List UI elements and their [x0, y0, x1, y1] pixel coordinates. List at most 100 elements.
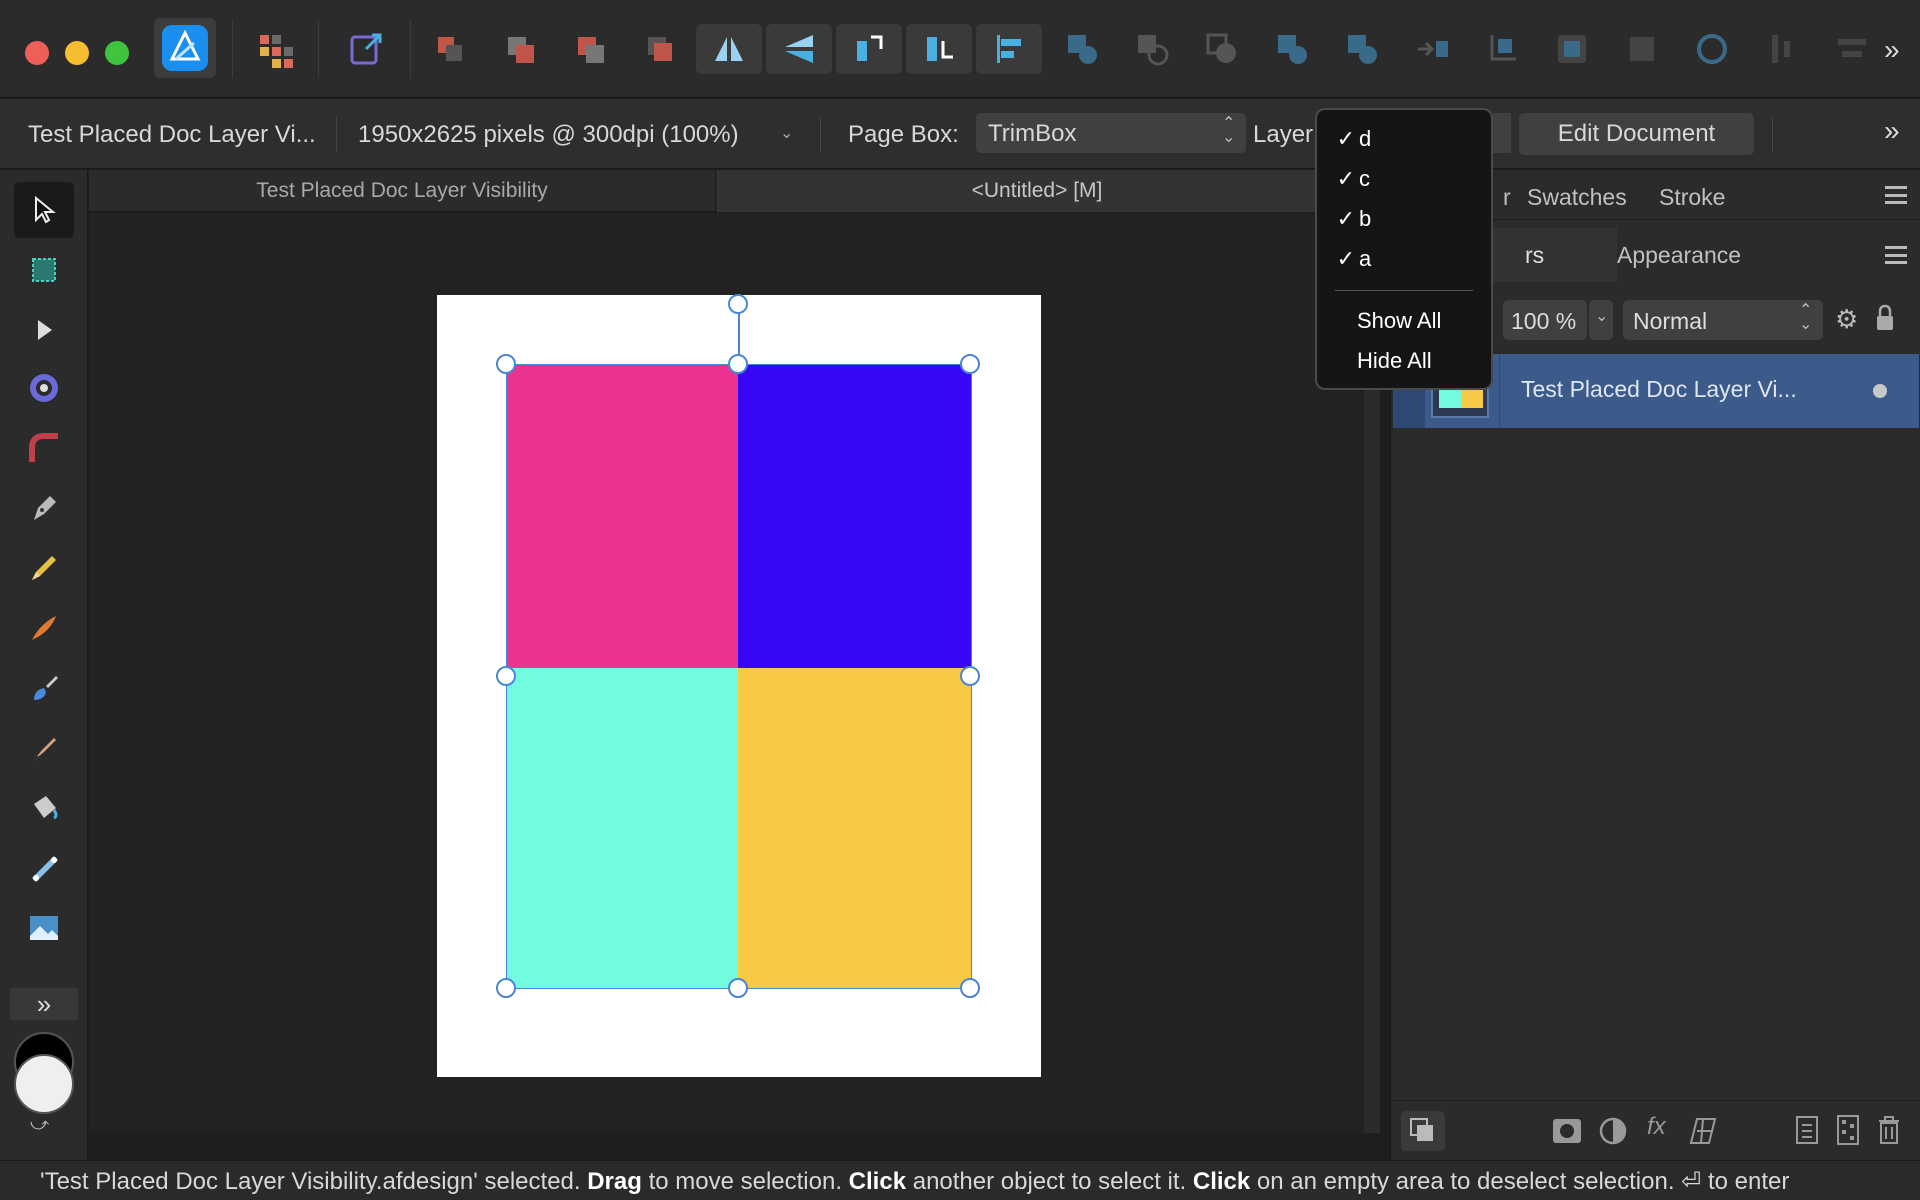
- toolbar-overflow-button[interactable]: »: [1884, 34, 1900, 66]
- menu-item-layer-b[interactable]: ✓ b: [1317, 200, 1491, 238]
- context-overflow-button[interactable]: »: [1884, 115, 1900, 147]
- align-left-button[interactable]: [976, 24, 1042, 74]
- vector-brush-tool[interactable]: [14, 600, 74, 656]
- page-box-select[interactable]: TrimBox ⌃ ⌄: [976, 113, 1246, 153]
- chevron-down-icon[interactable]: ⌄: [780, 123, 793, 143]
- pen-tool[interactable]: [14, 480, 74, 536]
- resize-handle-top[interactable]: [728, 354, 748, 374]
- grid-persona-button[interactable]: [252, 24, 300, 74]
- snapping-icon: [1490, 35, 1516, 61]
- pixel-persona-icon: [260, 35, 293, 68]
- fx-icon[interactable]: fx: [1647, 1113, 1666, 1141]
- menu-item-show-all[interactable]: Show All: [1317, 302, 1491, 340]
- rotation-handle[interactable]: [728, 294, 748, 314]
- tab-test-placed-doc[interactable]: Test Placed Doc Layer Visibility: [89, 170, 716, 212]
- resize-handle-top-right[interactable]: [960, 354, 980, 374]
- move-to-back-icon: [438, 37, 462, 61]
- flip-vertical-button[interactable]: [766, 24, 832, 74]
- tab-stroke[interactable]: Stroke: [1659, 184, 1725, 211]
- artboard-tool[interactable]: [14, 242, 74, 298]
- page-box-label: Page Box:: [848, 121, 959, 148]
- tab-swatches[interactable]: Swatches: [1527, 184, 1627, 211]
- panel-menu-icon[interactable]: [1885, 246, 1907, 264]
- add-boolean-button[interactable]: [1058, 24, 1106, 74]
- intersect-boolean-button[interactable]: [1198, 24, 1246, 74]
- distribute-button[interactable]: [1758, 24, 1806, 74]
- pencil-tool[interactable]: [14, 540, 74, 596]
- subtract-boolean-button[interactable]: [1128, 24, 1176, 74]
- adjustment-icon[interactable]: [1597, 1115, 1629, 1152]
- place-image-tool[interactable]: [14, 900, 74, 956]
- rotate-right-icon: [927, 37, 953, 61]
- document-info[interactable]: 1950x2625 pixels @ 300dpi (100%): [358, 121, 739, 149]
- designer-persona-button[interactable]: [154, 18, 216, 78]
- point-transform-tool[interactable]: [14, 360, 74, 416]
- lock-icon[interactable]: [1875, 304, 1895, 337]
- opacity-dropdown-icon[interactable]: ⌄: [1589, 300, 1613, 340]
- resize-handle-top-left[interactable]: [496, 354, 516, 374]
- move-forward-one-button[interactable]: [566, 24, 614, 74]
- edit-document-button[interactable]: Edit Document: [1519, 113, 1754, 155]
- close-window-button[interactable]: [25, 41, 49, 65]
- corner-icon: [29, 433, 58, 462]
- tab-color-partial[interactable]: r: [1503, 184, 1511, 211]
- move-tool[interactable]: [14, 182, 74, 238]
- trash-icon[interactable]: [1875, 1113, 1903, 1152]
- layer-visibility-dot[interactable]: [1873, 384, 1887, 398]
- layer-options-button[interactable]: [1401, 1111, 1445, 1151]
- add-pixel-layer-icon[interactable]: [1835, 1113, 1861, 1152]
- mask-icon[interactable]: [1551, 1117, 1583, 1150]
- menu-item-layer-a[interactable]: ✓ a: [1317, 240, 1491, 278]
- menu-item-layer-d[interactable]: ✓ d: [1317, 120, 1491, 158]
- gradient-tool[interactable]: [14, 840, 74, 896]
- xor-boolean-button[interactable]: [1268, 24, 1316, 74]
- geometry-button[interactable]: [1688, 24, 1736, 74]
- rotate-right-button[interactable]: [906, 24, 972, 74]
- divide-boolean-button[interactable]: [1338, 24, 1386, 74]
- zoom-window-button[interactable]: [105, 41, 129, 65]
- resize-handle-left[interactable]: [496, 666, 516, 686]
- brush-icon: [32, 738, 56, 762]
- resize-handle-bottom-right[interactable]: [960, 978, 980, 998]
- move-to-front-button[interactable]: [636, 24, 684, 74]
- move-back-one-button[interactable]: [496, 24, 544, 74]
- rotate-left-button[interactable]: [836, 24, 902, 74]
- mesh-warp-icon[interactable]: [1687, 1115, 1719, 1152]
- swap-colors-icon[interactable]: ⤻: [30, 1114, 49, 1135]
- checkmark-icon: ✓: [1336, 246, 1355, 271]
- opacity-field[interactable]: 100 %: [1503, 300, 1587, 340]
- combine-button[interactable]: [1408, 24, 1456, 74]
- insert-inside-button[interactable]: [1548, 24, 1596, 74]
- tab-untitled[interactable]: <Untitled> [M]: [717, 170, 1357, 212]
- add-layer-icon[interactable]: [1793, 1113, 1823, 1152]
- fill-color-swatch[interactable]: [14, 1054, 74, 1114]
- menu-item-layer-c[interactable]: ✓ c: [1317, 160, 1491, 198]
- gear-icon[interactable]: ⚙: [1835, 304, 1858, 335]
- stepper-icon: ⌃ ⌄: [1222, 115, 1236, 146]
- node-tool[interactable]: [14, 302, 74, 358]
- blend-mode-select[interactable]: Normal ⌃ ⌄: [1623, 300, 1823, 340]
- resize-handle-bottom[interactable]: [728, 978, 748, 998]
- pixel-brush-tool[interactable]: [14, 720, 74, 776]
- panel-menu-icon[interactable]: [1885, 186, 1907, 204]
- minimize-window-button[interactable]: [65, 41, 89, 65]
- flip-horizontal-button[interactable]: [696, 24, 762, 74]
- export-persona-button[interactable]: [342, 24, 390, 74]
- resize-handle-right[interactable]: [960, 666, 980, 686]
- tab-appearance[interactable]: Appearance: [1617, 242, 1741, 269]
- corner-tool[interactable]: [14, 420, 74, 476]
- tab-layers[interactable]: rs: [1481, 228, 1617, 282]
- expand-tools-button[interactable]: »: [10, 988, 78, 1020]
- blend-mode-value: Normal: [1633, 308, 1708, 334]
- move-to-back-button[interactable]: [426, 24, 474, 74]
- fill-brush-tool[interactable]: [14, 660, 74, 716]
- resize-handle-bottom-left[interactable]: [496, 978, 516, 998]
- layers-select-edge[interactable]: [1493, 113, 1511, 153]
- isolate-button[interactable]: [1618, 24, 1666, 74]
- layer-visibility-menu: ✓ d ✓ c ✓ b ✓ a Show All Hide All: [1315, 108, 1493, 390]
- align-button[interactable]: [1828, 24, 1876, 74]
- fill-tool[interactable]: [14, 780, 74, 836]
- boolean-intersect-icon: [1206, 33, 1236, 63]
- snapping-button[interactable]: [1478, 24, 1526, 74]
- menu-item-hide-all[interactable]: Hide All: [1317, 342, 1491, 380]
